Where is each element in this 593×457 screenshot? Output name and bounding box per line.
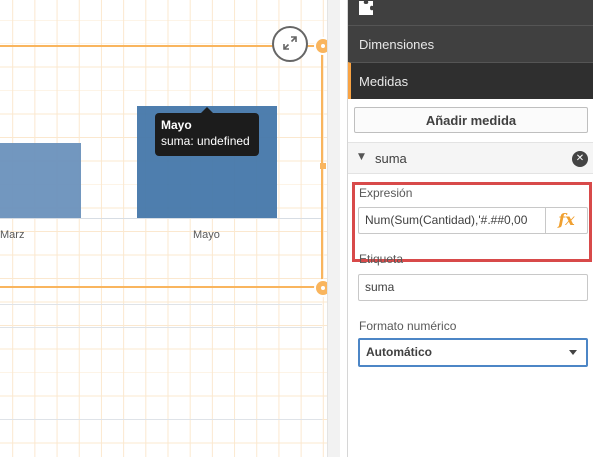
expand-button[interactable] bbox=[272, 26, 308, 62]
expression-input[interactable]: Num(Sum(Cantidad),'#.##0,00 bbox=[358, 207, 545, 234]
label-field-label: Etiqueta bbox=[359, 252, 404, 266]
nav-dimensions[interactable]: Dimensiones bbox=[348, 25, 593, 62]
caret-down-icon[interactable]: ▼ bbox=[358, 152, 365, 162]
canvas-scrollbar[interactable] bbox=[327, 0, 340, 457]
expand-icon bbox=[283, 35, 297, 54]
expression-label: Expresión bbox=[359, 186, 413, 200]
label-input[interactable]: suma bbox=[358, 274, 588, 301]
fx-icon: fx bbox=[558, 210, 575, 229]
properties-panel: Dimensiones Medidas Añadir medida ▼ suma… bbox=[347, 0, 593, 457]
fx-button[interactable]: fx bbox=[545, 207, 588, 234]
measure-name: suma bbox=[375, 151, 407, 166]
divider bbox=[0, 304, 322, 305]
measure-header[interactable]: ▼ suma ✕ bbox=[348, 142, 593, 174]
number-format-value: Automático bbox=[366, 345, 432, 359]
divider bbox=[0, 327, 322, 328]
number-format-select[interactable]: Automático bbox=[358, 338, 588, 367]
nav-measures[interactable]: Medidas bbox=[348, 62, 593, 99]
remove-icon[interactable]: ✕ bbox=[572, 151, 588, 167]
puzzle-icon bbox=[358, 0, 374, 16]
chevron-down-icon bbox=[569, 350, 577, 355]
selection-frame bbox=[0, 45, 323, 288]
number-format-label: Formato numérico bbox=[359, 319, 457, 333]
chart-canvas[interactable]: Marz Mayo Mayo suma: undefined bbox=[0, 0, 340, 457]
add-measure-button[interactable]: Añadir medida bbox=[354, 107, 588, 133]
panel-header bbox=[348, 0, 593, 25]
resize-handle-right-mid[interactable] bbox=[320, 163, 326, 169]
divider bbox=[0, 419, 322, 420]
